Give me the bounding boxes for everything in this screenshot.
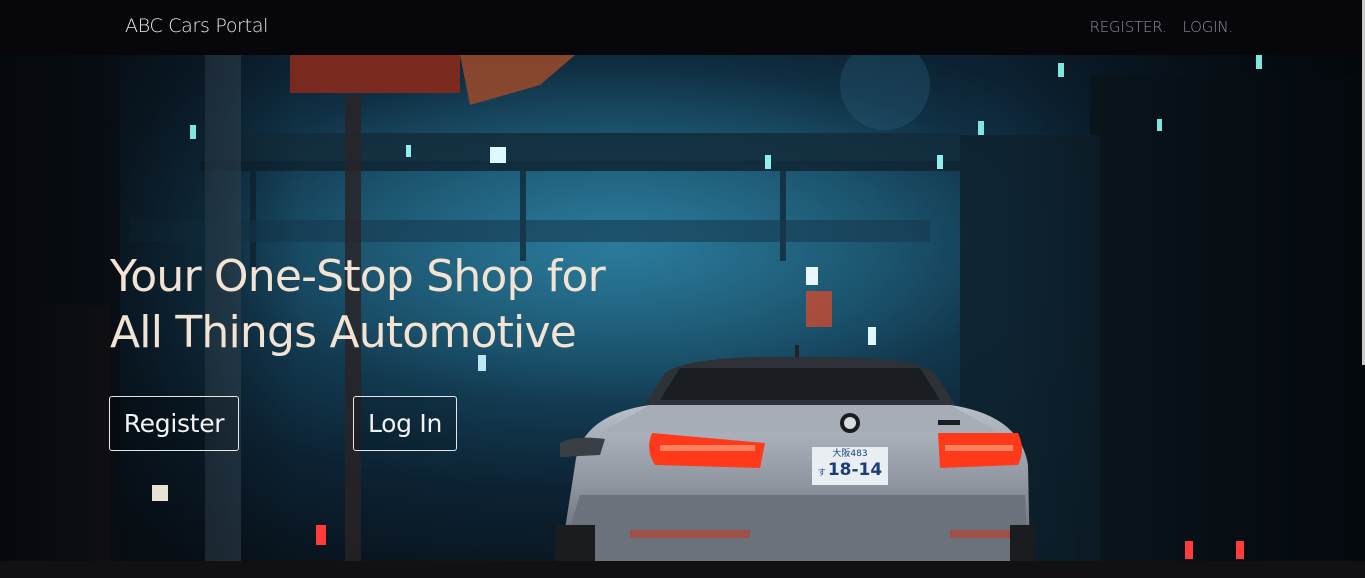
nav-links: REGISTER. LOGIN. <box>1090 18 1234 36</box>
page-bottom-strip <box>0 561 1365 578</box>
hero-section: 大阪483 す 18-14 Your One-Stop Shop for All… <box>0 55 1365 561</box>
headline-line-2: All Things Automotive <box>110 307 577 358</box>
nav-login-link[interactable]: LOGIN. <box>1183 18 1234 36</box>
hero-headline: Your One-Stop Shop for All Things Automo… <box>110 249 670 361</box>
login-button[interactable]: Log In <box>353 396 457 451</box>
license-plate: 大阪483 す 18-14 <box>812 447 888 485</box>
license-plate-top: 大阪483 <box>832 449 868 459</box>
brand-link[interactable]: ABC Cars Portal <box>125 15 268 37</box>
license-plate-number: 18-14 <box>827 460 883 480</box>
register-button[interactable]: Register <box>109 396 239 451</box>
nav-register-link[interactable]: REGISTER. <box>1090 18 1167 36</box>
top-navbar: ABC Cars Portal REGISTER. LOGIN. <box>0 0 1365 55</box>
license-plate-prefix: す <box>817 468 826 477</box>
headline-line-1: Your One-Stop Shop for <box>110 251 606 302</box>
